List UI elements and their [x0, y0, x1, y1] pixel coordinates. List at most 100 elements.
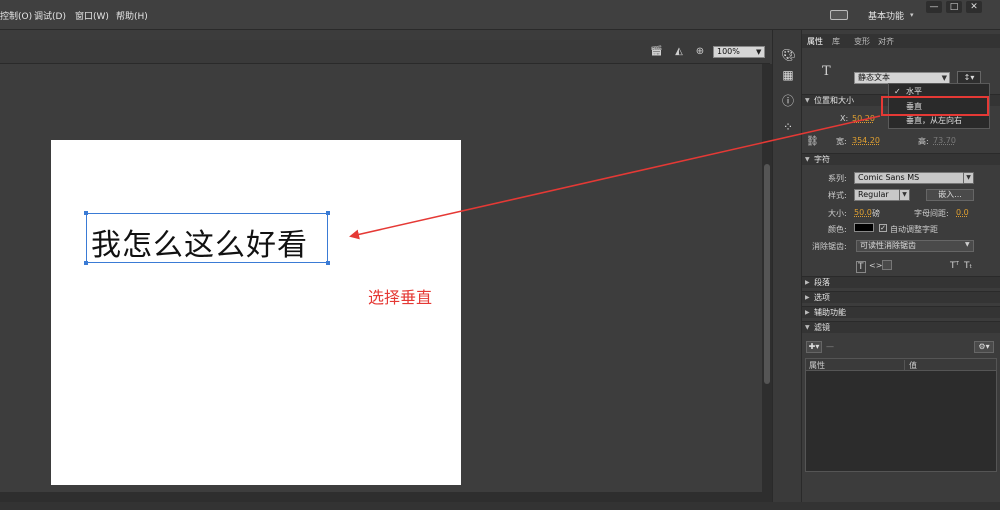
expand-arrow-icon: ▼	[805, 156, 810, 163]
palette-icon[interactable]: 🎨︎	[781, 48, 796, 62]
chevron-down-icon[interactable]: ▼	[899, 189, 910, 201]
tab-transform[interactable]: 变形	[854, 36, 870, 47]
section-title: 段落	[814, 278, 830, 287]
menu-control[interactable]: 控制(O)	[0, 9, 32, 22]
selectable-text-icon[interactable]: T	[856, 261, 866, 273]
auto-kern-label: 自动调整字距	[890, 225, 938, 234]
resize-handle[interactable]	[84, 261, 88, 265]
expand-arrow-icon: ▼	[805, 97, 810, 104]
h-label: 高:	[918, 137, 929, 146]
filter-table: 属性 值	[805, 358, 997, 472]
font-family-value: Comic Sans MS	[858, 173, 920, 182]
letter-spacing-label: 字母间距:	[914, 209, 949, 218]
selected-text-field[interactable]: 我怎么这么好看	[84, 211, 330, 265]
embed-button[interactable]: 嵌入...	[926, 189, 974, 201]
h-value[interactable]: 73.70	[933, 136, 956, 145]
horizontal-scrollbar[interactable]	[0, 492, 772, 502]
text-type-value: 静态文本	[858, 73, 890, 82]
tab-library[interactable]: 库	[832, 36, 840, 47]
menu-item-label: 垂直，从左向右	[906, 116, 962, 125]
annotation-label: 选择垂直	[368, 288, 433, 307]
tab-align[interactable]: 对齐	[878, 36, 894, 47]
antialias-select[interactable]: 可读性消除锯齿	[856, 240, 974, 252]
section-filters[interactable]: ▼ 滤镜	[802, 321, 1000, 333]
antialias-label: 消除锯齿:	[812, 242, 847, 251]
font-style-value: Regular	[858, 190, 889, 199]
workspace-switcher[interactable]: 基本功能	[868, 9, 904, 22]
section-title: 滤镜	[814, 323, 830, 332]
workspace-area: 基本功能 ▾	[830, 8, 914, 22]
superscript-icon[interactable]: Tᵀ	[950, 261, 959, 271]
text-color-swatch[interactable]	[854, 223, 874, 232]
add-filter-icon[interactable]: ✚▾	[806, 341, 822, 353]
auto-kern-checkbox[interactable]: ✓	[879, 224, 887, 232]
html-render-icon[interactable]: <>	[869, 261, 882, 270]
filter-toolbar: ✚▾ — ⚙▾	[802, 338, 1000, 356]
gear-icon[interactable]: ⚙▾	[974, 341, 994, 353]
chevron-down-icon[interactable]: ▼	[965, 241, 970, 248]
resize-handle[interactable]	[326, 211, 330, 215]
minimize-button[interactable]: —	[926, 1, 942, 13]
menu-debug[interactable]: 调试(D)	[34, 9, 66, 22]
section-character[interactable]: ▼ 字符	[802, 153, 1000, 165]
section-title: 选项	[814, 293, 830, 302]
collapse-arrow-icon: ▶	[805, 309, 810, 316]
section-title: 辅助功能	[814, 308, 846, 317]
section-title: 字符	[814, 155, 830, 164]
zoom-dropdown-icon[interactable]: ▼	[756, 47, 764, 57]
tab-properties[interactable]: 属性	[807, 36, 823, 47]
w-value[interactable]: 354.20	[852, 136, 880, 145]
subscript-icon[interactable]: Tₜ	[964, 261, 972, 271]
collapse-arrow-icon: ▶	[805, 279, 810, 286]
column-property: 属性	[809, 361, 825, 370]
panel-icon-column: 🎨︎ ▦ ⓘ ⁘	[772, 30, 802, 502]
font-family-select[interactable]: Comic Sans MS	[854, 172, 974, 184]
section-paragraph[interactable]: ▶ 段落	[802, 276, 1000, 288]
size-unit: 磅	[872, 209, 880, 218]
edit-symbol-icon[interactable]: ◭	[673, 46, 685, 58]
border-toggle-icon[interactable]	[882, 260, 892, 270]
text-tool-icon: T	[822, 64, 831, 79]
x-label: X:	[840, 114, 849, 123]
panel-tabs: 属性 库 变形 对齐	[802, 34, 1000, 48]
menu-window[interactable]: 窗口(W)	[75, 9, 109, 22]
x-value[interactable]: 50.20	[852, 114, 875, 123]
close-button[interactable]: ✕	[966, 1, 982, 13]
lock-proportions-icon[interactable]: ⛓	[806, 136, 819, 147]
stage-toolbar: 🎬︎ ◭ ⊕ 100% ▼	[0, 40, 770, 64]
resize-handle[interactable]	[326, 261, 330, 265]
size-value[interactable]: 50.0	[854, 208, 872, 217]
section-options[interactable]: ▶ 选项	[802, 291, 1000, 303]
chevron-down-icon: ▼	[941, 74, 947, 82]
column-value: 值	[904, 360, 917, 371]
menu-help[interactable]: 帮助(H)	[116, 9, 148, 22]
remove-filter-icon[interactable]: —	[826, 342, 834, 351]
style-label: 样式:	[828, 191, 847, 200]
vertical-scrollbar[interactable]	[762, 64, 772, 492]
menu-item-label: 水平	[906, 87, 922, 96]
size-label: 大小:	[828, 209, 847, 218]
resize-handle[interactable]	[84, 211, 88, 215]
section-accessibility[interactable]: ▶ 辅助功能	[802, 306, 1000, 318]
menu-bar: 控制(O) 调试(D) 窗口(W) 帮助(H) 基本功能 ▾ — □ ✕	[0, 0, 1000, 30]
stage-text[interactable]: 我怎么这么好看	[91, 220, 308, 264]
align-grid-icon[interactable]: ▦	[781, 68, 795, 82]
menu-item-vertical-ltr[interactable]: 垂直，从左向右	[889, 114, 989, 128]
info-icon[interactable]: ⓘ	[781, 94, 795, 108]
highlight-box	[881, 96, 989, 116]
chevron-down-icon[interactable]: ▼	[963, 172, 974, 184]
family-label: 系列:	[828, 174, 847, 183]
antialias-value: 可读性消除锯齿	[860, 241, 916, 250]
filter-table-header: 属性 值	[806, 359, 996, 371]
sync-settings-icon[interactable]	[830, 10, 848, 20]
maximize-button[interactable]: □	[946, 1, 962, 13]
chevron-down-icon[interactable]: ▾	[910, 11, 914, 19]
transform-icon[interactable]: ⁘	[781, 120, 795, 134]
section-title: 位置和大小	[814, 96, 854, 105]
center-stage-icon[interactable]: ⊕	[694, 46, 706, 58]
clapper-icon[interactable]: 🎬︎	[650, 46, 663, 58]
stage-canvas[interactable]	[51, 140, 461, 485]
letter-spacing-value[interactable]: 0.0	[956, 208, 969, 217]
color-label: 颜色:	[828, 225, 847, 234]
scroll-thumb[interactable]	[764, 164, 770, 384]
